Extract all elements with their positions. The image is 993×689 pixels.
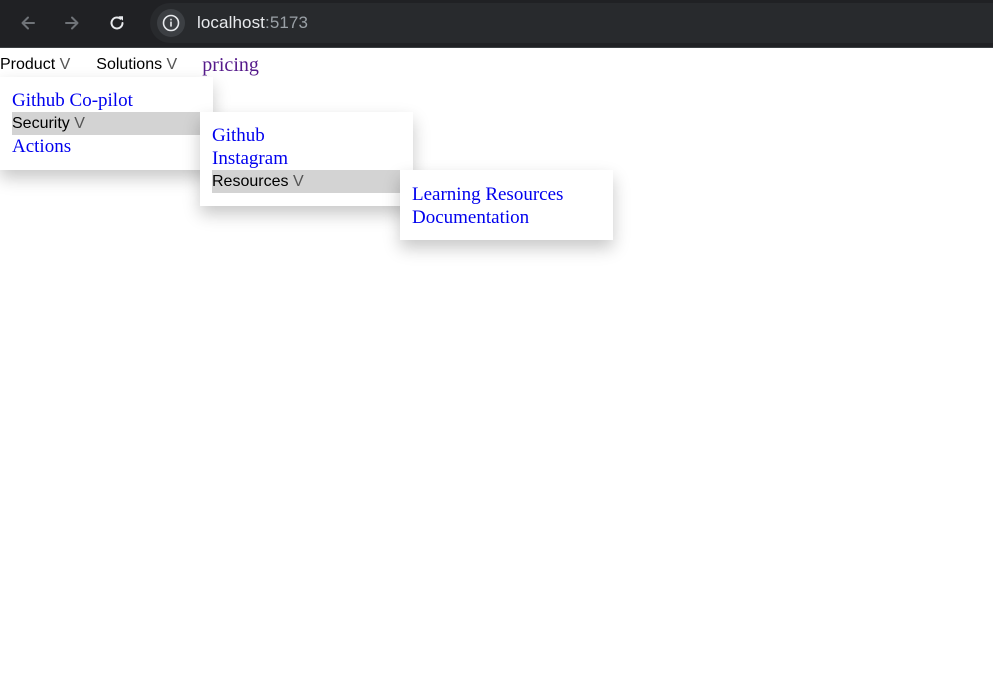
- menu-item-github[interactable]: Github: [200, 124, 413, 147]
- menu-item-actions[interactable]: Actions: [0, 135, 213, 158]
- reload-button[interactable]: [102, 8, 132, 38]
- menu-item-security[interactable]: Security V: [12, 112, 213, 135]
- chevron-down-icon: V: [292, 173, 304, 190]
- resources-submenu: Learning Resources Documentation: [400, 170, 613, 240]
- site-info-button[interactable]: [157, 9, 185, 37]
- top-nav: Product V Solutions V pricing: [0, 54, 259, 76]
- nav-product-label: Product: [0, 56, 56, 73]
- reload-icon: [110, 16, 124, 30]
- menu-item-github-copilot[interactable]: Github Co-pilot: [0, 89, 213, 112]
- chevron-down-icon: V: [74, 115, 85, 132]
- security-label: Security: [12, 115, 70, 132]
- security-submenu: Github Instagram Resources V: [200, 112, 413, 206]
- nav-pricing-link[interactable]: pricing: [202, 54, 259, 77]
- url-port: :5173: [265, 13, 309, 32]
- menu-item-documentation[interactable]: Documentation: [400, 206, 613, 229]
- nav-product[interactable]: Product V: [0, 56, 70, 74]
- menu-item-learning-resources[interactable]: Learning Resources: [400, 183, 613, 206]
- forward-arrow-icon: [65, 16, 79, 30]
- chevron-down-icon: V: [59, 56, 71, 73]
- url-text[interactable]: localhost:5173: [197, 13, 308, 33]
- address-bar[interactable]: localhost:5173: [150, 3, 993, 43]
- product-dropdown: Github Co-pilot Security V Actions: [0, 77, 213, 170]
- info-icon: [162, 14, 180, 32]
- nav-solutions[interactable]: Solutions V: [96, 56, 177, 74]
- url-host: localhost: [197, 13, 265, 32]
- menu-item-resources[interactable]: Resources V: [212, 170, 413, 193]
- back-button[interactable]: [13, 8, 43, 38]
- resources-label: Resources: [212, 173, 289, 190]
- forward-button[interactable]: [57, 8, 87, 38]
- menu-item-instagram[interactable]: Instagram: [200, 147, 413, 170]
- chevron-down-icon: V: [166, 56, 178, 73]
- browser-toolbar: localhost:5173: [0, 0, 993, 48]
- back-arrow-icon: [21, 16, 35, 30]
- nav-solutions-label: Solutions: [96, 56, 163, 73]
